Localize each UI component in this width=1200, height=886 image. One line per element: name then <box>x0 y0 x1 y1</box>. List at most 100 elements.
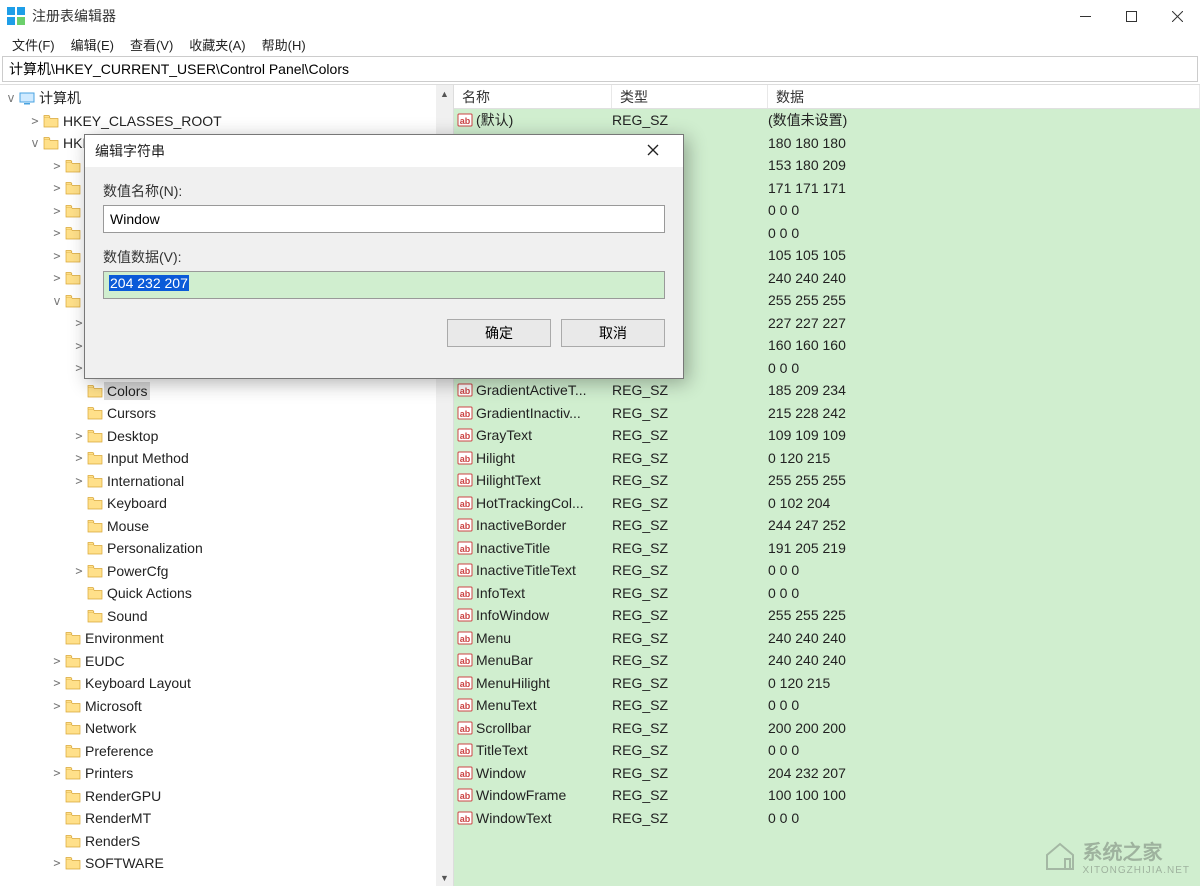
list-row[interactable]: abGradientInactiv...REG_SZ215 228 242 <box>454 402 1200 425</box>
address-bar[interactable]: 计算机\HKEY_CURRENT_USER\Control Panel\Colo… <box>2 56 1198 82</box>
expand-icon[interactable]: > <box>72 564 86 578</box>
tree-item[interactable]: RenderMT <box>0 807 453 830</box>
expand-icon[interactable]: > <box>50 766 64 780</box>
tree-root[interactable]: v计算机 <box>0 87 453 110</box>
folder-icon <box>64 721 82 735</box>
tree-item[interactable]: Keyboard <box>0 492 453 515</box>
close-button[interactable] <box>1154 0 1200 32</box>
list-row[interactable]: abHotTrackingCol...REG_SZ0 102 204 <box>454 492 1200 515</box>
list-row[interactable]: abMenuREG_SZ240 240 240 <box>454 627 1200 650</box>
value-data-input[interactable] <box>103 271 665 299</box>
dialog-close-button[interactable] <box>633 143 673 159</box>
menu-edit[interactable]: 编辑(E) <box>63 33 122 56</box>
tree-item[interactable]: Colors <box>0 380 453 403</box>
list-row[interactable]: abTitleTextREG_SZ0 0 0 <box>454 739 1200 762</box>
value-name: Menu <box>476 630 612 646</box>
tree-item[interactable]: Network <box>0 717 453 740</box>
expand-icon[interactable]: > <box>50 676 64 690</box>
list-row[interactable]: abInactiveTitleREG_SZ191 205 219 <box>454 537 1200 560</box>
list-row[interactable]: abWindowFrameREG_SZ100 100 100 <box>454 784 1200 807</box>
tree-item[interactable]: Mouse <box>0 515 453 538</box>
svg-text:ab: ab <box>460 656 471 666</box>
column-data[interactable]: 数据 <box>768 85 1200 108</box>
expand-icon[interactable]: > <box>50 699 64 713</box>
list-row[interactable]: abInfoWindowREG_SZ255 255 225 <box>454 604 1200 627</box>
value-data: 0 0 0 <box>768 225 1200 241</box>
expand-icon[interactable]: > <box>72 451 86 465</box>
list-row[interactable]: ab(默认)REG_SZ(数值未设置) <box>454 109 1200 132</box>
expand-icon[interactable]: > <box>28 114 42 128</box>
menu-help[interactable]: 帮助(H) <box>254 33 314 56</box>
column-type[interactable]: 类型 <box>612 85 768 108</box>
value-data: 240 240 240 <box>768 630 1200 646</box>
scroll-up-icon[interactable]: ▲ <box>436 85 453 102</box>
list-row[interactable]: abInactiveBorderREG_SZ244 247 252 <box>454 514 1200 537</box>
tree-item[interactable]: >PowerCfg <box>0 560 453 583</box>
column-name[interactable]: 名称 <box>454 85 612 108</box>
expand-icon[interactable]: > <box>50 856 64 870</box>
dialog-titlebar[interactable]: 编辑字符串 <box>85 135 683 167</box>
expand-icon[interactable]: > <box>72 474 86 488</box>
list-row[interactable]: abMenuHilightREG_SZ0 120 215 <box>454 672 1200 695</box>
folder-icon <box>64 159 82 173</box>
string-value-icon: ab <box>454 720 476 736</box>
expand-icon[interactable]: > <box>50 181 64 195</box>
tree-item[interactable]: >Input Method <box>0 447 453 470</box>
svg-text:ab: ab <box>460 814 471 824</box>
tree-item[interactable]: >HKEY_CLASSES_ROOT <box>0 110 453 133</box>
list-row[interactable]: abGrayTextREG_SZ109 109 109 <box>454 424 1200 447</box>
list-row[interactable]: abScrollbarREG_SZ200 200 200 <box>454 717 1200 740</box>
cancel-button[interactable]: 取消 <box>561 319 665 347</box>
expand-icon[interactable]: > <box>50 249 64 263</box>
list-row[interactable]: abHilightREG_SZ0 120 215 <box>454 447 1200 470</box>
tree-item[interactable]: Sound <box>0 605 453 628</box>
menu-favorites[interactable]: 收藏夹(A) <box>181 33 253 56</box>
tree-item[interactable]: RenderS <box>0 830 453 853</box>
menu-view[interactable]: 查看(V) <box>122 33 181 56</box>
value-name-input[interactable] <box>103 205 665 233</box>
expand-icon[interactable]: > <box>50 204 64 218</box>
expand-icon[interactable]: > <box>50 654 64 668</box>
collapse-icon[interactable]: v <box>4 91 18 105</box>
minimize-button[interactable] <box>1062 0 1108 32</box>
maximize-button[interactable] <box>1108 0 1154 32</box>
list-row[interactable]: abHilightTextREG_SZ255 255 255 <box>454 469 1200 492</box>
folder-icon <box>64 766 82 780</box>
expand-icon[interactable]: > <box>50 226 64 240</box>
list-row[interactable]: abMenuBarREG_SZ240 240 240 <box>454 649 1200 672</box>
menu-file[interactable]: 文件(F) <box>4 33 63 56</box>
tree-item[interactable]: >Printers <box>0 762 453 785</box>
string-value-icon: ab <box>454 517 476 533</box>
tree-item[interactable]: >International <box>0 470 453 493</box>
folder-icon <box>86 541 104 555</box>
expand-icon[interactable]: > <box>50 159 64 173</box>
tree-item[interactable]: Quick Actions <box>0 582 453 605</box>
tree-item[interactable]: >SOFTWARE <box>0 852 453 875</box>
tree-item[interactable]: >Microsoft <box>0 695 453 718</box>
tree-item[interactable]: Personalization <box>0 537 453 560</box>
list-row[interactable]: abWindowTextREG_SZ0 0 0 <box>454 807 1200 830</box>
tree-item[interactable]: >Desktop <box>0 425 453 448</box>
collapse-icon[interactable]: v <box>28 136 42 150</box>
ok-button[interactable]: 确定 <box>447 319 551 347</box>
expand-icon[interactable]: > <box>50 271 64 285</box>
list-row[interactable]: abInactiveTitleTextREG_SZ0 0 0 <box>454 559 1200 582</box>
tree-item[interactable]: >EUDC <box>0 650 453 673</box>
value-type: REG_SZ <box>612 787 768 803</box>
list-row[interactable]: abWindowREG_SZ204 232 207 <box>454 762 1200 785</box>
tree-label: Colors <box>104 382 150 400</box>
folder-icon <box>86 429 104 443</box>
list-row[interactable]: abMenuTextREG_SZ0 0 0 <box>454 694 1200 717</box>
list-row[interactable]: abInfoTextREG_SZ0 0 0 <box>454 582 1200 605</box>
scroll-down-icon[interactable]: ▼ <box>436 869 453 886</box>
value-type: REG_SZ <box>612 405 768 421</box>
tree-item[interactable]: RenderGPU <box>0 785 453 808</box>
collapse-icon[interactable]: v <box>50 294 64 308</box>
tree-item[interactable]: Preference <box>0 740 453 763</box>
svg-text:ab: ab <box>460 454 471 464</box>
list-row[interactable]: abGradientActiveT...REG_SZ185 209 234 <box>454 379 1200 402</box>
tree-item[interactable]: >Keyboard Layout <box>0 672 453 695</box>
expand-icon[interactable]: > <box>72 429 86 443</box>
tree-item[interactable]: Environment <box>0 627 453 650</box>
tree-item[interactable]: Cursors <box>0 402 453 425</box>
